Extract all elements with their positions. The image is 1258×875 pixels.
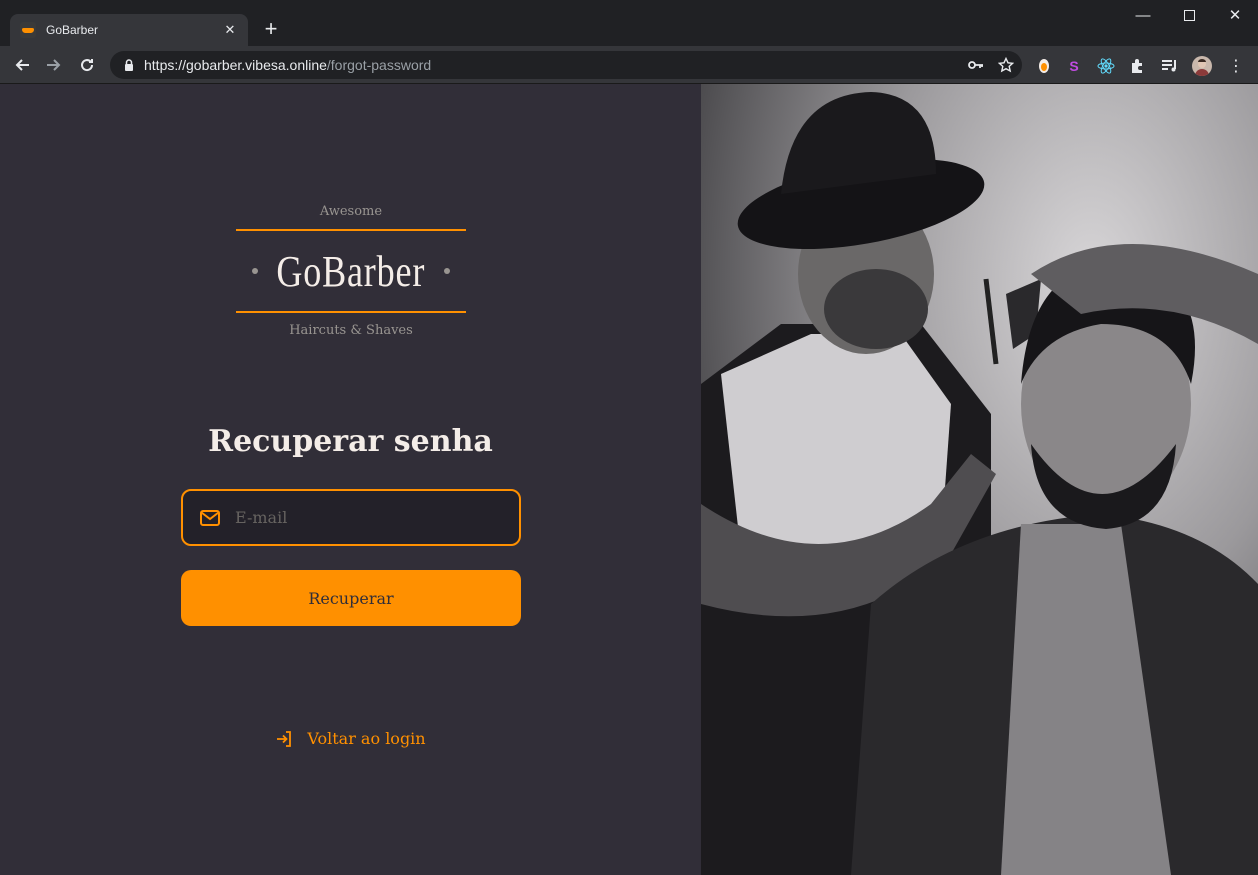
close-window-button[interactable]: ✕ xyxy=(1212,0,1258,30)
url-path: /forgot-password xyxy=(326,57,432,73)
maximize-icon xyxy=(1183,9,1195,21)
logo-dot-right xyxy=(444,268,450,274)
star-icon[interactable] xyxy=(998,57,1014,73)
extension-orange-icon[interactable] xyxy=(1034,56,1054,76)
avatar[interactable] xyxy=(1192,56,1212,76)
logo-divider-top xyxy=(236,229,466,231)
maximize-button[interactable] xyxy=(1166,0,1212,30)
react-icon[interactable] xyxy=(1096,56,1116,76)
logo-tagline-bottom: Haircuts & Shaves xyxy=(289,323,413,338)
logo-wordmark: GoBarber xyxy=(276,246,426,296)
close-tab-icon[interactable]: ✕ xyxy=(222,22,238,38)
log-in-icon xyxy=(277,730,292,747)
barbershop-photo xyxy=(701,84,1258,875)
playlist-icon[interactable] xyxy=(1160,56,1180,76)
reload-button[interactable] xyxy=(73,51,101,79)
recover-button[interactable]: Recuperar xyxy=(181,570,521,626)
hero-illustration xyxy=(701,92,1258,875)
logo-divider-bottom xyxy=(236,311,466,313)
back-to-login-link[interactable]: Voltar ao login xyxy=(0,729,701,748)
address-bar[interactable]: https://gobarber.vibesa.online/forgot-pa… xyxy=(110,51,1022,79)
extension-s-icon[interactable]: S xyxy=(1064,56,1084,76)
back-button[interactable] xyxy=(8,51,36,79)
logo: Awesome GoBarber Haircuts & Shaves xyxy=(236,204,466,349)
minimize-button[interactable]: — xyxy=(1120,0,1166,30)
new-tab-button[interactable]: + xyxy=(258,17,284,43)
mail-icon xyxy=(200,509,220,526)
page-title: Recuperar senha xyxy=(208,424,493,459)
forgot-password-panel: Awesome GoBarber Haircuts & Shaves Recup… xyxy=(0,84,701,875)
browser-titlebar: GoBarber ✕ + — ✕ xyxy=(0,0,1258,46)
browser-tab[interactable]: GoBarber ✕ xyxy=(10,14,248,46)
email-field-container[interactable] xyxy=(181,489,521,546)
logo-wordmark-row: GoBarber xyxy=(236,241,466,301)
tab-title: GoBarber xyxy=(46,23,99,37)
menu-icon[interactable]: ⋮ xyxy=(1226,56,1246,76)
email-field[interactable] xyxy=(235,508,503,527)
forward-button[interactable] xyxy=(40,51,68,79)
key-icon[interactable] xyxy=(968,57,984,73)
arrow-left-icon xyxy=(15,59,29,71)
lock-icon xyxy=(125,59,133,71)
page: Awesome GoBarber Haircuts & Shaves Recup… xyxy=(0,84,1258,875)
url-host: https://gobarber.vibesa.online xyxy=(144,57,327,73)
arrow-right-icon xyxy=(47,59,61,71)
back-to-login-label: Voltar ao login xyxy=(307,729,426,748)
logo-tagline-top: Awesome xyxy=(319,204,383,219)
logo-dot-left xyxy=(252,268,258,274)
puzzle-icon[interactable] xyxy=(1128,56,1148,76)
reload-icon xyxy=(81,59,94,72)
favicon-icon xyxy=(20,22,36,38)
browser-toolbar: https://gobarber.vibesa.online/forgot-pa… xyxy=(0,46,1258,84)
